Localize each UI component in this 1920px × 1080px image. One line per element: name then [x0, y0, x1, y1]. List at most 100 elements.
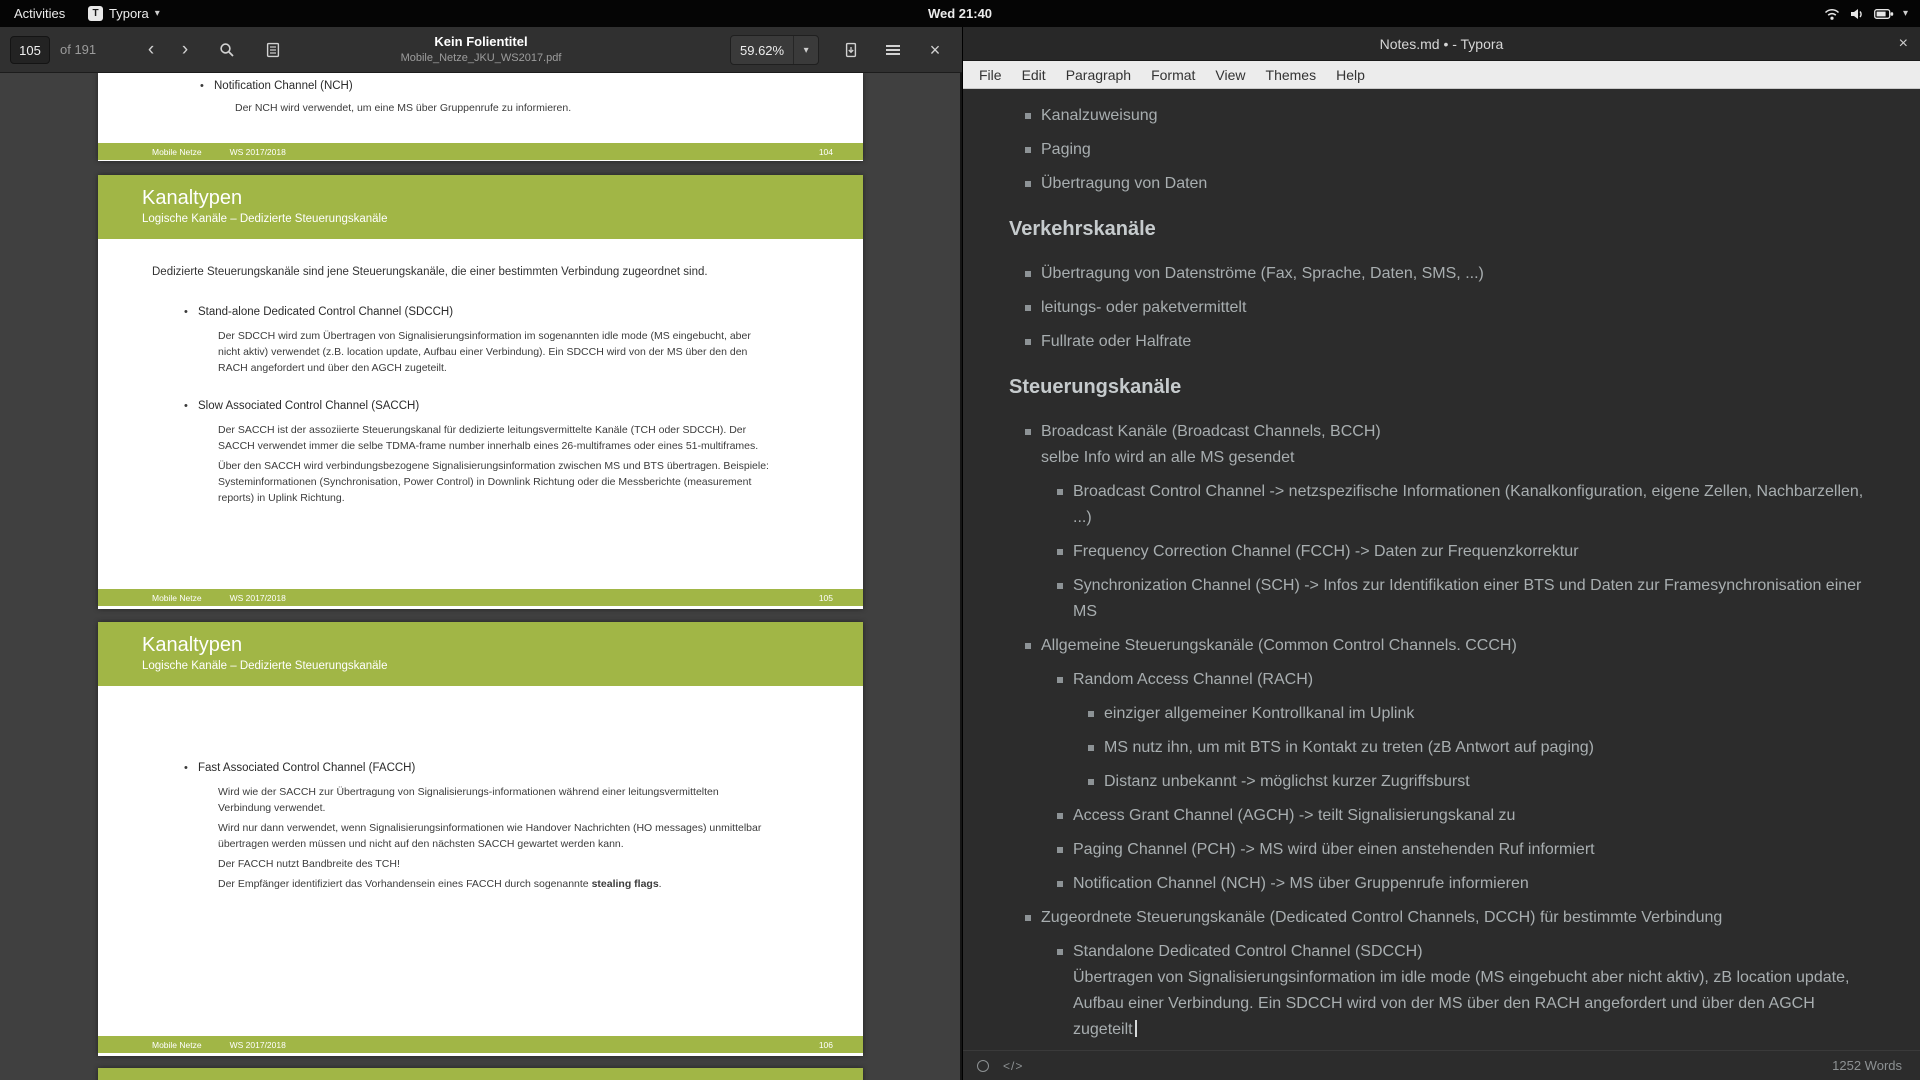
list-item-text: Notification Channel (NCH) -> MS über Gr…: [1073, 871, 1874, 897]
list-item-text: Allgemeine Steuerungskanäle (Common Cont…: [1041, 633, 1874, 659]
clock[interactable]: Wed 21:40: [928, 0, 992, 27]
app-menu-button[interactable]: [878, 35, 908, 65]
slide-body: Dedizierte Steuerungskanäle sind jene St…: [98, 239, 863, 506]
markdown-list-item[interactable]: Kanalzuweisung: [1025, 103, 1874, 129]
zoom-control[interactable]: 59.62% ▾: [730, 35, 819, 65]
slide-intro-text: Dedizierte Steuerungskanäle sind jene St…: [152, 263, 732, 282]
markdown-list-item[interactable]: Notification Channel (NCH) -> MS über Gr…: [1057, 871, 1874, 897]
slide-paragraph: Der FACCH nutzt Bandbreite des TCH!: [218, 856, 774, 872]
footer-term-label: WS 2017/2018: [230, 593, 286, 603]
bullet-icon: [1057, 939, 1073, 1043]
markdown-list-item[interactable]: Paging Channel (PCH) -> MS wird über ein…: [1057, 837, 1874, 863]
next-page-button[interactable]: ›: [170, 35, 200, 65]
bullet-icon: [1088, 735, 1104, 761]
list-item-text: Broadcast Kanäle (Broadcast Channels, BC…: [1041, 419, 1874, 471]
markdown-list-item[interactable]: Übertragung von Daten: [1025, 171, 1874, 197]
markdown-list-item[interactable]: Frequency Correction Channel (FCCH) -> D…: [1057, 539, 1874, 565]
list-item-text: Kanalzuweisung: [1041, 103, 1874, 129]
volume-icon: [1849, 7, 1865, 21]
slide-paragraph: Wird nur dann verwendet, wenn Signalisie…: [218, 820, 774, 852]
search-icon: [219, 42, 235, 58]
slide-bullet-block: •Slow Associated Control Channel (SACCH)…: [152, 398, 823, 506]
document-filename: Mobile_Netze_JKU_WS2017.pdf: [261, 52, 701, 64]
slide-subtitle: Logische Kanäle – Dedizierte Steuerungsk…: [142, 660, 843, 672]
menu-edit[interactable]: Edit: [1012, 61, 1056, 89]
bullet-icon: [1088, 701, 1104, 727]
menu-help[interactable]: Help: [1326, 61, 1375, 89]
markdown-list-item[interactable]: Standalone Dedicated Control Channel (SD…: [1057, 939, 1874, 1043]
markdown-list-item[interactable]: Allgemeine Steuerungskanäle (Common Cont…: [1025, 633, 1874, 659]
word-count[interactable]: 1252 Words: [1832, 1058, 1902, 1073]
markdown-editor-area[interactable]: Kanalzuweisung Paging Übertragung von Date…: [963, 89, 1920, 1050]
markdown-list-item[interactable]: einziger allgemeiner Kontrollkanal im Up…: [1088, 701, 1874, 727]
list-item-text: Paging Channel (PCH) -> MS wird über ein…: [1073, 837, 1874, 863]
close-button[interactable]: ×: [1899, 27, 1908, 60]
menu-format[interactable]: Format: [1141, 61, 1205, 89]
slide-footer: Mobile NetzeWS 2017/2018105: [98, 589, 863, 606]
page-number-input[interactable]: [10, 36, 50, 64]
previous-page-button[interactable]: ‹: [136, 35, 166, 65]
slide-footer: Mobile NetzeWS 2017/2018104: [98, 143, 863, 160]
markdown-list-item[interactable]: Random Access Channel (RACH): [1057, 667, 1874, 693]
page-total-label: of 191: [60, 27, 96, 73]
slide-header: KanaltypenLogische Kanäle – Dedizierte S…: [98, 622, 863, 686]
slide-page-number: 106: [819, 1040, 833, 1050]
bullet-icon: [1025, 137, 1041, 163]
bullet-icon: [1057, 803, 1073, 829]
close-button[interactable]: ×: [920, 35, 950, 65]
activities-button[interactable]: Activities: [14, 0, 65, 27]
gnome-top-bar: Activities T Typora ▾ Wed 21:40 ▾: [0, 0, 1920, 27]
page-view-mode-button[interactable]: [836, 35, 866, 65]
markdown-heading[interactable]: Steuerungskanäle: [1009, 373, 1874, 401]
list-item-text: einziger allgemeiner Kontrollkanal im Up…: [1104, 701, 1874, 727]
search-button[interactable]: [212, 35, 242, 65]
page-icon: [843, 42, 859, 58]
markdown-list-item[interactable]: leitungs- oder paketvermittelt: [1025, 295, 1874, 321]
bullet-icon: [1057, 667, 1073, 693]
battery-icon: [1874, 8, 1894, 20]
slide-paragraph: Der Empfänger identifiziert das Vorhande…: [218, 876, 774, 892]
bullet-icon: •: [184, 398, 198, 414]
markdown-list-item[interactable]: Fullrate oder Halfrate: [1025, 329, 1874, 355]
menu-paragraph[interactable]: Paragraph: [1056, 61, 1141, 89]
slide-header: [98, 1068, 863, 1080]
markdown-list-item[interactable]: Zugeordnete Steuerungskanäle (Dedicated …: [1025, 905, 1874, 931]
menu-file[interactable]: File: [969, 61, 1012, 89]
sync-indicator-icon[interactable]: [977, 1060, 989, 1072]
markdown-heading[interactable]: Verkehrskanäle: [1009, 215, 1874, 243]
markdown-list-item[interactable]: Paging: [1025, 137, 1874, 163]
menu-view[interactable]: View: [1205, 61, 1255, 89]
source-code-mode-icon[interactable]: </>: [1003, 1059, 1023, 1073]
pdf-viewer-window: of 191 ‹ › Kein Folientitel Mobile_Netze…: [0, 27, 962, 1080]
list-item-continuation: selbe Info wird an alle MS gesendet: [1041, 445, 1874, 471]
pdf-toolbar: of 191 ‹ › Kein Folientitel Mobile_Netze…: [0, 27, 962, 73]
markdown-list-item[interactable]: Broadcast Control Channel -> netzspezifi…: [1057, 479, 1874, 531]
window-title: Notes.md • - Typora: [1380, 36, 1504, 52]
bullet-icon: [1088, 769, 1104, 795]
list-item-text: Zugeordnete Steuerungskanäle (Dedicated …: [1041, 905, 1874, 931]
list-item-continuation: Aufbau einer Verbindung. Ein SDCCH wird …: [1073, 991, 1874, 1043]
network-icon: [1824, 7, 1840, 21]
markdown-list-item[interactable]: Distanz unbekannt -> möglichst kurzer Zu…: [1088, 769, 1874, 795]
markdown-list-item[interactable]: MS nutz ihn, um mit BTS in Kontakt zu tr…: [1088, 735, 1874, 761]
footer-course-label: Mobile Netze: [152, 593, 202, 603]
pdf-page-canvas[interactable]: •Notification Channel (NCH)Der NCH wird …: [0, 73, 962, 1080]
markdown-list-item[interactable]: Broadcast Kanäle (Broadcast Channels, BC…: [1025, 419, 1874, 471]
markdown-list-item[interactable]: Synchronization Channel (SCH) -> Infos z…: [1057, 573, 1874, 625]
typora-app-icon: T: [88, 6, 103, 21]
menu-themes[interactable]: Themes: [1256, 61, 1327, 89]
markdown-list-item[interactable]: Access Grant Channel (AGCH) -> teilt Sig…: [1057, 803, 1874, 829]
list-item-text: Random Access Channel (RACH): [1073, 667, 1874, 693]
list-item-continuation: Übertragen von Signalisierungsinformatio…: [1073, 965, 1874, 991]
bullet-icon: [1025, 261, 1041, 287]
footer-course-label: Mobile Netze: [152, 1040, 202, 1050]
bullet-icon: •: [200, 78, 214, 94]
app-menu[interactable]: T Typora ▾: [88, 0, 160, 27]
system-tray[interactable]: ▾: [1824, 0, 1908, 27]
list-item-text: Fullrate oder Halfrate: [1041, 329, 1874, 355]
slide-subtitle: Logische Kanäle – Dedizierte Steuerungsk…: [142, 213, 843, 225]
bullet-icon: [1025, 171, 1041, 197]
zoom-level-value: 59.62%: [731, 43, 793, 58]
markdown-list-item[interactable]: Übertragung von Datenströme (Fax, Sprach…: [1025, 261, 1874, 287]
list-item-text: leitungs- oder paketvermittelt: [1041, 295, 1874, 321]
